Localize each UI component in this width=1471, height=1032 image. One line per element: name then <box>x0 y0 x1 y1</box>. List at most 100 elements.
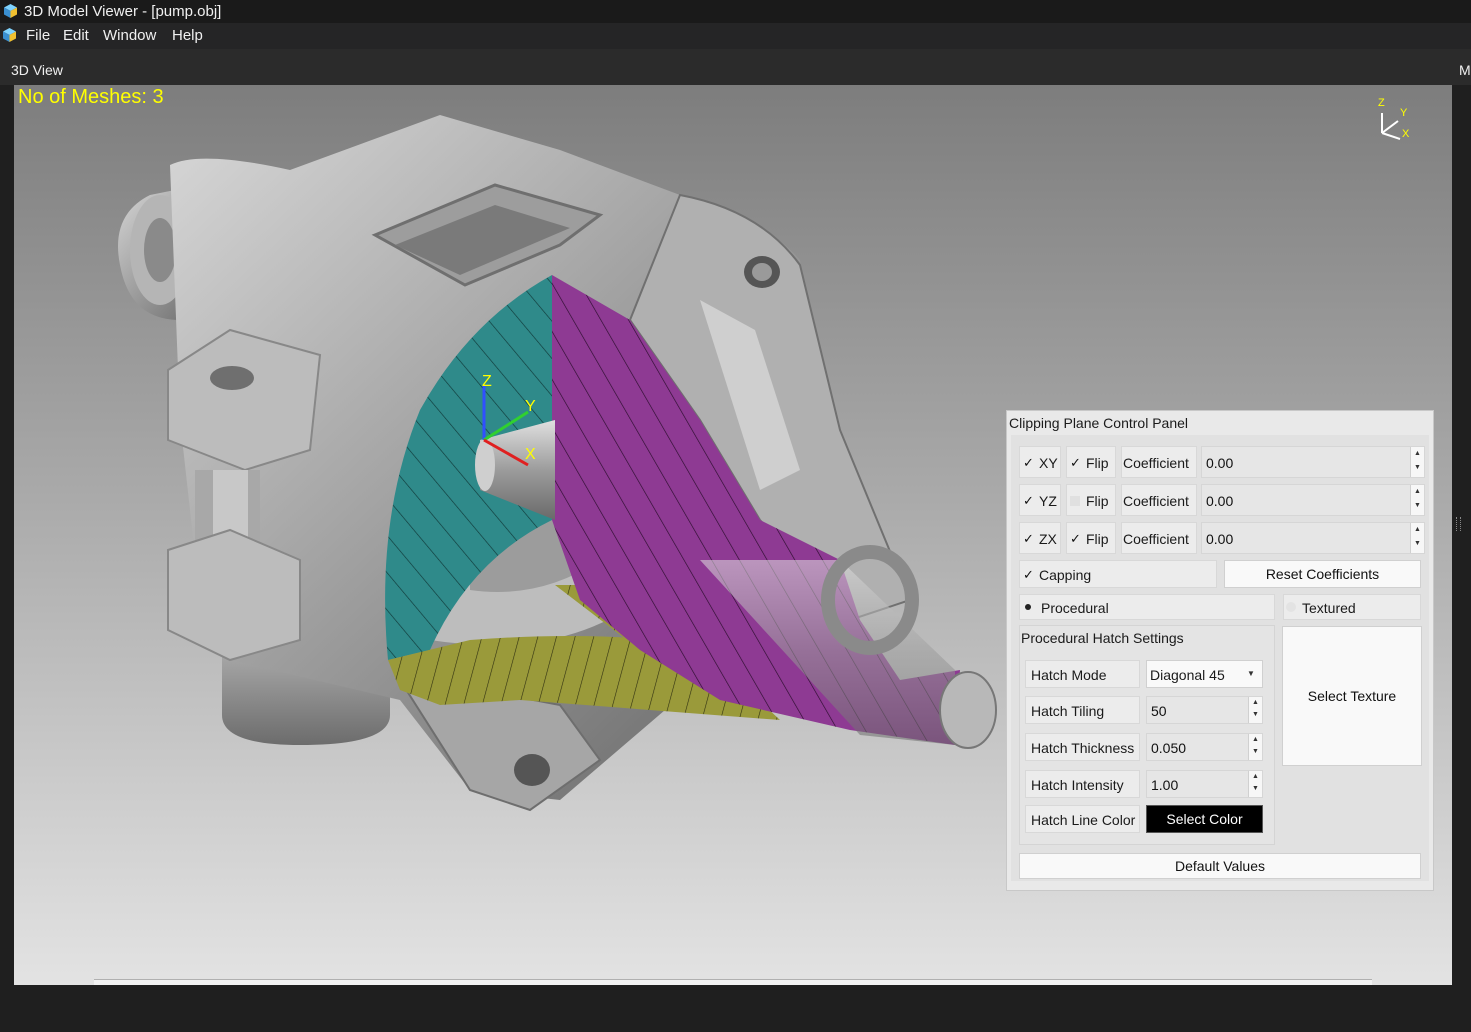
yz-flip-label: Flip <box>1086 493 1109 509</box>
spin-down-icon[interactable]: ▼ <box>1252 748 1259 755</box>
xy-spinbox-arrows[interactable]: ▲ ▼ <box>1410 447 1424 477</box>
check-icon: ✓ <box>1070 531 1081 546</box>
hatch-intensity-input[interactable]: 1.00 ▲ ▼ <box>1146 770 1263 798</box>
hatch-thickness-spin[interactable]: ▲ ▼ <box>1248 734 1262 760</box>
hatch-intensity-label-cell: Hatch Intensity <box>1025 770 1140 798</box>
unchecked-box-icon <box>1070 496 1080 506</box>
yz-spinbox-arrows[interactable]: ▲ ▼ <box>1410 485 1424 515</box>
hatch-intensity-spin[interactable]: ▲ ▼ <box>1248 771 1262 797</box>
spin-down-icon[interactable]: ▼ <box>1252 785 1259 792</box>
gizmo-y: Y <box>1400 107 1408 119</box>
check-icon: ✓ <box>1023 531 1034 546</box>
capping-label: Capping <box>1039 567 1092 583</box>
yz-coefficient-value: 0.00 <box>1206 493 1234 509</box>
spin-down-icon[interactable]: ▼ <box>1414 502 1421 509</box>
xy-coefficient-label: Coefficient <box>1123 455 1189 471</box>
hatch-mode-value: Diagonal 45 <box>1150 667 1225 683</box>
model-axis-y: Y <box>525 398 536 415</box>
hatch-tiling-label-cell: Hatch Tiling <box>1025 696 1140 724</box>
textured-radio[interactable]: Textured <box>1283 594 1421 620</box>
hatch-tiling-input[interactable]: 50 ▲ ▼ <box>1146 696 1263 724</box>
menu-bar: File Edit Window Help <box>0 23 1471 49</box>
select-texture-button[interactable]: Select Texture <box>1282 626 1422 766</box>
spin-down-icon[interactable]: ▼ <box>1414 464 1421 471</box>
radio-unselected-icon <box>1286 602 1296 612</box>
xy-flip-checkbox[interactable]: ✓ Flip <box>1066 446 1116 478</box>
zx-coefficient-input[interactable]: 0.00 ▲ ▼ <box>1201 522 1425 554</box>
reset-coefficients-button[interactable]: Reset Coefficients <box>1224 560 1421 588</box>
xy-coefficient-label-cell: Coefficient <box>1121 446 1197 478</box>
check-icon: ✓ <box>1023 493 1034 508</box>
yz-label: YZ <box>1039 493 1057 509</box>
dock-tab-right[interactable]: M <box>1459 62 1471 78</box>
yz-plane-checkbox[interactable]: ✓ YZ <box>1019 484 1061 516</box>
hatch-tiling-value: 50 <box>1151 703 1167 719</box>
procedural-radio[interactable]: Procedural <box>1019 594 1275 620</box>
hatch-line-color-label: Hatch Line Color <box>1031 812 1136 828</box>
menu-window[interactable]: Window <box>103 27 156 44</box>
hatch-mode-label: Hatch Mode <box>1031 667 1107 683</box>
yz-coefficient-input[interactable]: 0.00 ▲ ▼ <box>1201 484 1425 516</box>
select-color-button[interactable]: Select Color <box>1146 805 1263 833</box>
xy-flip-label: Flip <box>1086 455 1109 471</box>
zx-coefficient-label-cell: Coefficient <box>1121 522 1197 554</box>
zx-coefficient-value: 0.00 <box>1206 531 1234 547</box>
zx-flip-checkbox[interactable]: ✓ Flip <box>1066 522 1116 554</box>
gizmo-z: Z <box>1378 97 1385 109</box>
spin-up-icon[interactable]: ▲ <box>1414 488 1421 495</box>
hatch-mode-select[interactable]: Diagonal 45 ▼ <box>1146 660 1263 688</box>
textured-label: Textured <box>1302 600 1356 616</box>
hatch-thickness-value: 0.050 <box>1151 740 1187 756</box>
xy-coefficient-input[interactable]: 0.00 ▲ ▼ <box>1201 446 1425 478</box>
hatch-settings-title: Procedural Hatch Settings <box>1021 630 1184 646</box>
zx-spinbox-arrows[interactable]: ▲ ▼ <box>1410 523 1424 553</box>
default-values-button[interactable]: Default Values <box>1019 853 1421 879</box>
check-icon: ✓ <box>1023 455 1034 470</box>
menu-edit[interactable]: Edit <box>63 27 89 44</box>
spin-up-icon[interactable]: ▲ <box>1252 773 1259 780</box>
zx-label: ZX <box>1039 531 1057 547</box>
xy-plane-checkbox[interactable]: ✓ XY <box>1019 446 1061 478</box>
chevron-down-icon: ▼ <box>1247 669 1255 678</box>
menu-file[interactable]: File <box>26 27 50 44</box>
orientation-gizmo: Z Y X <box>1378 97 1410 140</box>
hatch-settings-group: Procedural Hatch Settings Hatch Mode Dia… <box>1019 625 1275 845</box>
capping-checkbox[interactable]: ✓ Capping <box>1019 560 1217 588</box>
clipping-plane-panel: Clipping Plane Control Panel ✓ XY ✓ Flip… <box>1006 410 1434 891</box>
hatch-mode-label-cell: Hatch Mode <box>1025 660 1140 688</box>
spin-up-icon[interactable]: ▲ <box>1252 736 1259 743</box>
menu-help[interactable]: Help <box>172 27 203 44</box>
splitter-grip[interactable] <box>1456 517 1461 531</box>
yz-flip-checkbox[interactable]: Flip <box>1066 484 1116 516</box>
panel-title: Clipping Plane Control Panel <box>1009 415 1188 431</box>
spin-up-icon[interactable]: ▲ <box>1252 699 1259 706</box>
app-cube-icon <box>3 28 16 42</box>
hatch-tiling-spin[interactable]: ▲ ▼ <box>1248 697 1262 723</box>
model-axis-x: X <box>525 446 536 463</box>
app-cube-icon <box>4 4 17 18</box>
dock-title-3d-view[interactable]: 3D View <box>11 62 63 78</box>
dock-header: 3D View M <box>0 49 1471 85</box>
hatch-thickness-label-cell: Hatch Thickness <box>1025 733 1140 761</box>
zx-plane-checkbox[interactable]: ✓ ZX <box>1019 522 1061 554</box>
check-icon: ✓ <box>1070 455 1081 470</box>
xy-label: XY <box>1039 455 1058 471</box>
hatch-thickness-input[interactable]: 0.050 ▲ ▼ <box>1146 733 1263 761</box>
window-title: 3D Model Viewer - [pump.obj] <box>24 3 222 20</box>
spin-down-icon[interactable]: ▼ <box>1252 711 1259 718</box>
spin-down-icon[interactable]: ▼ <box>1414 540 1421 547</box>
yz-coefficient-label-cell: Coefficient <box>1121 484 1197 516</box>
radio-selected-icon <box>1025 604 1031 610</box>
model-axis-z: Z <box>482 373 492 390</box>
spin-up-icon[interactable]: ▲ <box>1414 526 1421 533</box>
hatch-tiling-label: Hatch Tiling <box>1031 703 1105 719</box>
procedural-label: Procedural <box>1041 600 1109 616</box>
hatch-color-label-cell: Hatch Line Color <box>1025 805 1140 833</box>
spin-up-icon[interactable]: ▲ <box>1414 450 1421 457</box>
title-bar: 3D Model Viewer - [pump.obj] <box>0 0 1471 23</box>
mesh-count-label: No of Meshes: 3 <box>18 86 164 108</box>
viewport-scrollbar[interactable] <box>94 979 1372 985</box>
hatch-intensity-value: 1.00 <box>1151 777 1179 793</box>
hatch-thickness-label: Hatch Thickness <box>1031 740 1135 756</box>
check-icon: ✓ <box>1023 567 1034 582</box>
